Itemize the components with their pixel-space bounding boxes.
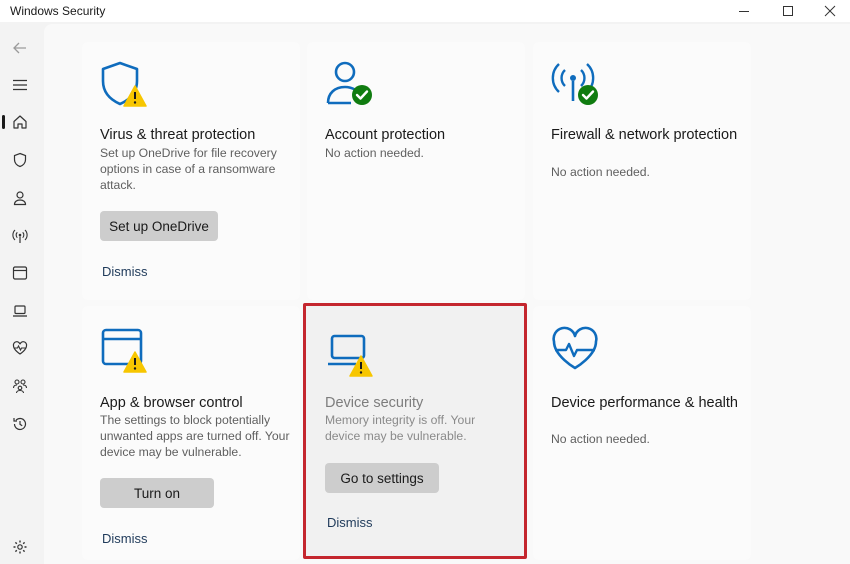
home-icon: [13, 115, 27, 129]
card-description: No action needed.: [551, 165, 650, 179]
card-description: No action needed.: [551, 432, 650, 446]
history-icon: [13, 417, 27, 431]
hamburger-menu-icon: [13, 79, 27, 91]
nav-firewall[interactable]: [6, 222, 34, 250]
card-title: Account protection: [325, 127, 446, 143]
nav-device-security[interactable]: [6, 297, 34, 325]
card-title: App & browser control: [100, 395, 243, 411]
nav-settings[interactable]: [6, 533, 34, 561]
dismiss-link[interactable]: Dismiss: [327, 515, 373, 530]
settings-gear-icon: [13, 540, 27, 554]
card-title: Firewall & network protection: [551, 127, 738, 143]
back-arrow-icon: [13, 42, 26, 54]
windows-security-window: Windows Security Virus & threat protecti…: [0, 0, 850, 564]
card-title: Device security: [325, 395, 424, 411]
back-button[interactable]: [6, 34, 34, 62]
wireless-signal-icon: [12, 229, 28, 243]
app-title: Windows Security: [10, 4, 106, 18]
card-virus-threat-protection[interactable]: Virus & threat protection Set up OneDriv…: [82, 42, 300, 300]
card-title: Virus & threat protection: [100, 127, 256, 143]
card-title: Device performance & health: [551, 395, 738, 411]
minimize-icon: [739, 11, 749, 12]
account-protection-icon: [325, 60, 375, 110]
app-window-icon: [12, 266, 28, 280]
go-to-settings-button[interactable]: Go to settings: [325, 463, 439, 493]
minimize-button[interactable]: [722, 0, 766, 22]
nav-app-browser[interactable]: [6, 259, 34, 287]
set-up-onedrive-button[interactable]: Set up OneDrive: [100, 211, 218, 241]
title-bar: Windows Security: [0, 0, 850, 22]
close-icon: [824, 5, 836, 17]
maximize-button[interactable]: [766, 0, 810, 22]
card-account-protection[interactable]: Account protection No action needed.: [307, 42, 525, 300]
dismiss-link[interactable]: Dismiss: [102, 531, 148, 546]
nav-virus-protection[interactable]: [6, 146, 34, 174]
shield-icon: [13, 152, 27, 168]
nav-device-performance[interactable]: [6, 334, 34, 362]
nav-family-options[interactable]: [6, 372, 34, 400]
maximize-icon: [783, 6, 793, 16]
menu-button[interactable]: [6, 71, 34, 99]
device-performance-icon: [551, 326, 601, 376]
firewall-protection-icon: [551, 60, 601, 110]
dismiss-link[interactable]: Dismiss: [102, 264, 148, 279]
card-device-performance-health[interactable]: Device performance & health No action ne…: [533, 306, 751, 560]
nav-protection-history[interactable]: [6, 410, 34, 438]
family-icon: [12, 379, 28, 394]
card-description: Set up OneDrive for file recovery option…: [100, 146, 277, 192]
card-description: Memory integrity is off. Your device may…: [325, 413, 476, 443]
device-security-icon: [326, 332, 376, 382]
laptop-icon: [13, 305, 27, 317]
card-description: No action needed.: [325, 146, 424, 160]
card-firewall-network-protection[interactable]: Firewall & network protection No action …: [533, 42, 751, 300]
nav-home[interactable]: [2, 108, 34, 136]
app-browser-control-icon: [100, 326, 150, 376]
person-icon: [13, 191, 27, 206]
virus-protection-icon: [100, 60, 150, 110]
card-description: The settings to block potentially unwant…: [100, 413, 290, 459]
card-app-browser-control[interactable]: App & browser control The settings to bl…: [82, 306, 300, 560]
turn-on-button[interactable]: Turn on: [100, 478, 214, 508]
nav-account-protection[interactable]: [6, 184, 34, 212]
card-device-security[interactable]: Device security Memory integrity is off.…: [303, 303, 527, 559]
navigation-rail: [0, 22, 42, 564]
heart-pulse-icon: [12, 341, 28, 355]
close-button[interactable]: [808, 0, 850, 22]
